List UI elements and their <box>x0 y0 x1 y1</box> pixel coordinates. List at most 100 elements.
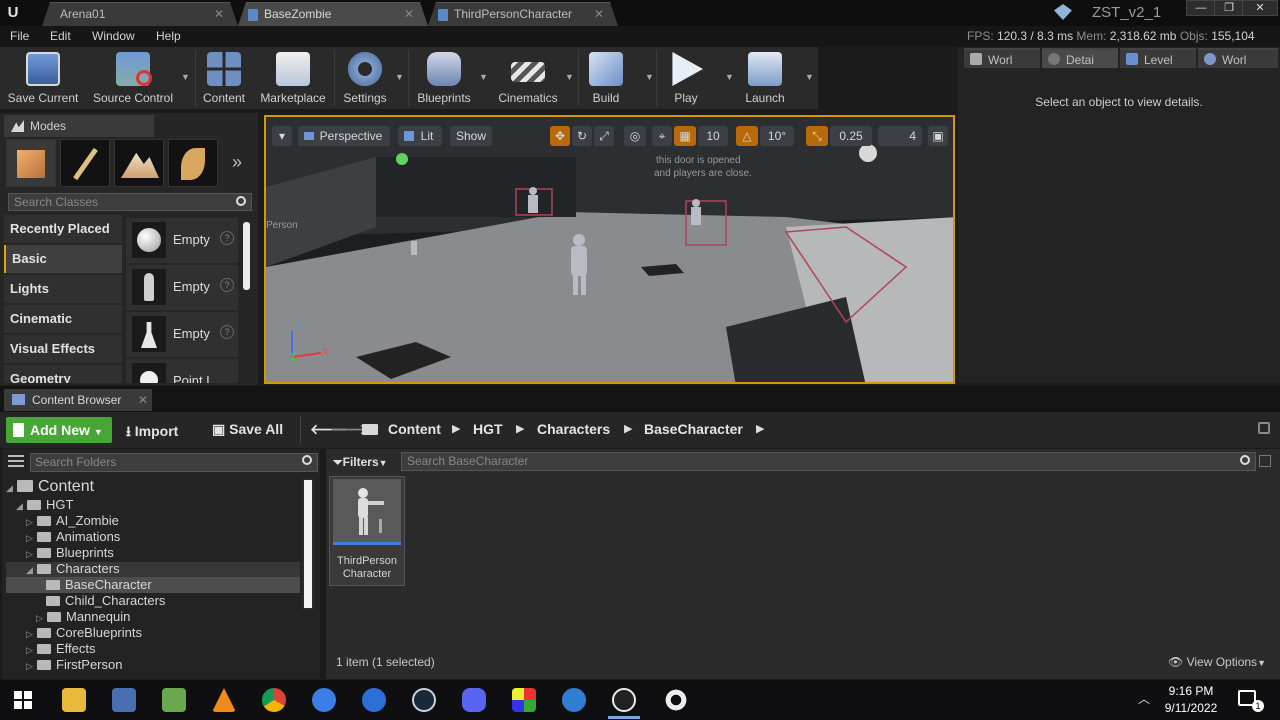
tree-item-ai-zombie[interactable]: ▷ AI_Zombie <box>26 513 119 528</box>
help-icon[interactable]: ? <box>220 278 234 292</box>
tab-details[interactable]: Detai <box>1042 48 1118 68</box>
help-icon[interactable]: ? <box>220 325 234 339</box>
tab-world-outliner[interactable]: Worl <box>964 48 1040 68</box>
place-item-empty-pawn[interactable]: Empty? <box>126 312 238 357</box>
modes-tab[interactable]: Modes <box>4 115 154 137</box>
build-dropdown[interactable]: ▼ <box>640 50 654 108</box>
tree-item-basecharacter[interactable]: BaseCharacter <box>46 577 152 592</box>
more-modes-button[interactable]: » <box>232 152 242 173</box>
app-grid-icon[interactable] <box>512 688 536 712</box>
lock-icon[interactable] <box>1258 422 1270 434</box>
category-geometry[interactable]: Geometry <box>4 365 122 383</box>
cinematics-button[interactable]: Cinematics <box>492 50 564 108</box>
collapsed-arrow-icon[interactable]: ▷ <box>26 517 34 528</box>
save-search-icon[interactable] <box>1259 455 1271 467</box>
breadcrumb-separator-icon[interactable]: ▶ <box>624 422 632 435</box>
toggle-sources-icon[interactable] <box>8 455 24 469</box>
tab-world-settings[interactable]: Worl <box>1198 48 1278 68</box>
tab-levels[interactable]: Level <box>1120 48 1196 68</box>
category-lights[interactable]: Lights <box>4 275 122 303</box>
content-browser-tab[interactable]: Content Browser ✕ <box>4 389 152 411</box>
taskbar-clock[interactable]: 9:16 PM 9/11/2022 <box>1158 683 1224 717</box>
play-dropdown[interactable]: ▼ <box>720 50 734 108</box>
collapsed-arrow-icon[interactable]: ▷ <box>26 645 34 656</box>
collapsed-arrow-icon[interactable]: ▷ <box>26 661 34 672</box>
breadcrumb-separator-icon[interactable]: ▶ <box>452 422 460 435</box>
maximize-button[interactable]: ❐ <box>1214 0 1244 16</box>
expanded-arrow-icon[interactable]: ◢ <box>6 483 14 494</box>
surface-snap-button[interactable]: ⌖ <box>652 126 672 146</box>
tree-item-characters[interactable]: ◢ Characters <box>26 561 120 576</box>
rotation-snap-value[interactable]: 10° <box>760 126 794 146</box>
rotate-tool-button[interactable]: ↻ <box>572 126 592 146</box>
blueprints-dropdown[interactable]: ▼ <box>474 50 488 108</box>
expanded-arrow-icon[interactable]: ◢ <box>26 565 34 576</box>
show-button[interactable]: Show <box>450 126 492 146</box>
search-classes-input[interactable]: Search Classes <box>8 193 252 211</box>
close-window-button[interactable]: ✕ <box>1242 0 1278 16</box>
show-hidden-icons-chevron-icon[interactable]: ︿ <box>1138 690 1150 707</box>
unreal-logo-icon[interactable]: U <box>2 2 24 24</box>
place-item-empty-character[interactable]: Empty? <box>126 265 238 310</box>
collapsed-arrow-icon[interactable]: ▷ <box>26 549 34 560</box>
tree-item-content[interactable]: ◢ Content <box>6 478 94 496</box>
collapsed-arrow-icon[interactable]: ▷ <box>36 613 44 624</box>
qbittorrent-icon[interactable] <box>562 688 586 712</box>
category-basic[interactable]: Basic <box>4 245 122 273</box>
close-tab-icon[interactable]: ✕ <box>404 3 414 26</box>
cinematics-dropdown[interactable]: ▼ <box>560 50 574 108</box>
marketplace-button[interactable]: Marketplace <box>256 50 330 108</box>
breadcrumb-basecharacter[interactable]: BaseCharacter <box>644 421 743 437</box>
save-all-button[interactable]: ▣ Save All <box>212 421 283 438</box>
tree-item-blueprints[interactable]: ▷ Blueprints <box>26 545 114 560</box>
grid-snap-toggle[interactable]: ▦ <box>674 126 696 146</box>
notepad-app-icon[interactable] <box>162 688 186 712</box>
scale-snap-value[interactable]: 0.25 <box>830 126 872 146</box>
file-explorer-icon[interactable] <box>62 688 86 712</box>
asset-thumbnail[interactable] <box>333 479 401 545</box>
collapsed-arrow-icon[interactable]: ▷ <box>26 533 34 544</box>
breadcrumb-separator-icon[interactable]: ▶ <box>516 422 524 435</box>
tree-item-child-characters[interactable]: Child_Characters <box>46 593 165 608</box>
close-tab-icon[interactable]: ✕ <box>138 389 148 411</box>
build-button[interactable]: Build <box>582 50 630 108</box>
world-local-toggle[interactable]: ◎ <box>624 126 646 146</box>
minimize-button[interactable]: — <box>1186 0 1216 16</box>
foliage-mode-button[interactable] <box>168 139 218 187</box>
windows-start-icon[interactable] <box>14 691 32 709</box>
tree-item-coreblueprints[interactable]: ▷ CoreBlueprints <box>26 625 142 640</box>
breadcrumb-separator-icon[interactable]: ▶ <box>756 422 764 435</box>
rotation-snap-toggle[interactable]: △ <box>736 126 758 146</box>
menu-edit[interactable]: Edit <box>50 29 71 43</box>
app-icon[interactable] <box>362 688 386 712</box>
paint-app-icon[interactable] <box>112 688 136 712</box>
play-button[interactable]: Play <box>660 50 712 108</box>
blueprints-button[interactable]: Blueprints <box>412 50 476 108</box>
tab-arena01[interactable]: Arena01 ✕ <box>42 2 238 26</box>
modes-scrollbar[interactable] <box>243 222 250 290</box>
help-icon[interactable]: ? <box>220 231 234 245</box>
lit-button[interactable]: Lit <box>398 126 442 146</box>
tree-item-hgt[interactable]: ◢ HGT <box>16 497 73 512</box>
unreal-engine-icon[interactable] <box>612 688 636 712</box>
place-mode-button[interactable] <box>6 139 56 187</box>
close-tab-icon[interactable]: ✕ <box>214 3 224 26</box>
landscape-mode-button[interactable] <box>114 139 164 187</box>
translate-tool-button[interactable]: ✥ <box>550 126 570 146</box>
settings-gear-icon[interactable] <box>664 688 688 712</box>
paint-mode-button[interactable] <box>60 139 110 187</box>
breadcrumb-characters[interactable]: Characters <box>537 421 610 437</box>
place-item-point-light[interactable]: Point L <box>126 359 238 383</box>
settings-dropdown[interactable]: ▼ <box>390 50 404 108</box>
collapsed-arrow-icon[interactable]: ▷ <box>26 629 34 640</box>
folder-tree-scrollbar[interactable] <box>302 478 314 610</box>
tree-item-firstperson[interactable]: ▷ FirstPerson <box>26 657 122 672</box>
tree-item-mannequin[interactable]: ▷ Mannequin <box>36 609 130 624</box>
grid-snap-value[interactable]: 10 <box>698 126 728 146</box>
menu-file[interactable]: File <box>10 29 29 43</box>
maximize-viewport-button[interactable]: ▣ <box>928 126 948 146</box>
source-control-button[interactable]: Source Control <box>88 50 178 108</box>
content-button[interactable]: Content <box>198 50 250 108</box>
import-button[interactable]: ⭳ Import <box>126 421 178 445</box>
breadcrumb-content[interactable]: Content <box>388 421 441 437</box>
